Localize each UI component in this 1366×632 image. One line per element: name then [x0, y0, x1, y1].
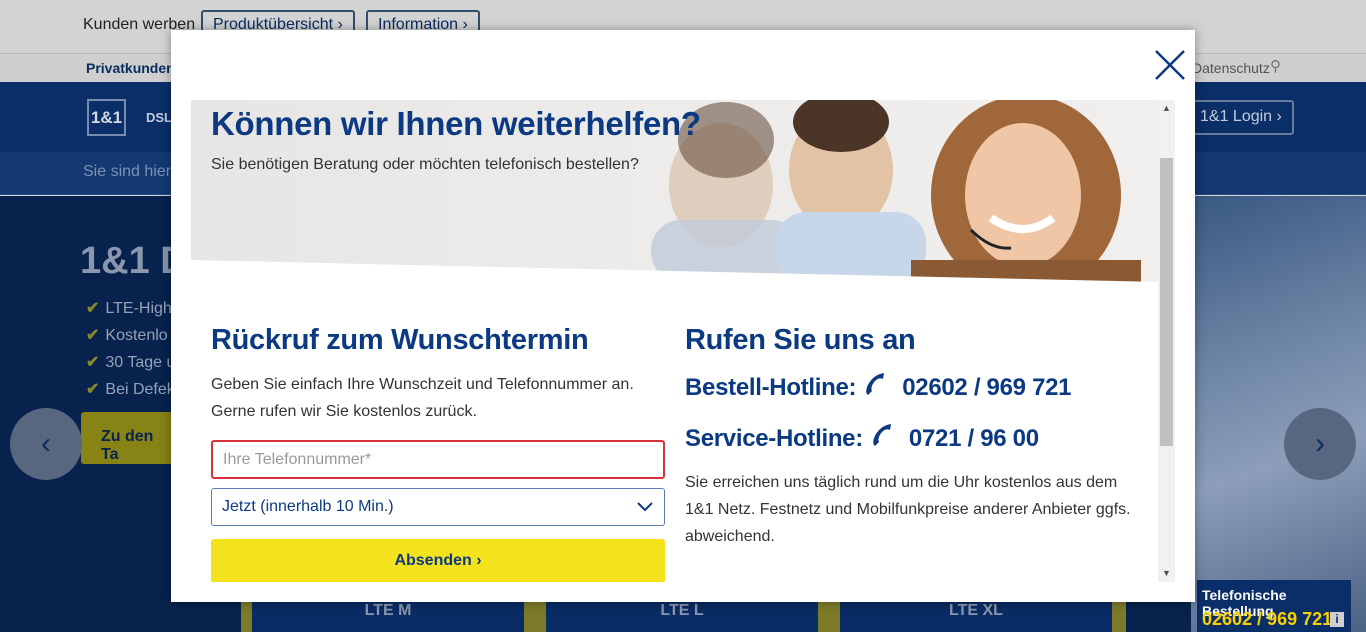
- call-us-section: Rufen Sie uns an Bestell-Hotline: 02602 …: [685, 324, 1135, 550]
- service-hotline: Service-Hotline: 0721 / 96 00: [685, 422, 1135, 455]
- order-hotline: Bestell-Hotline: 02602 / 969 721: [685, 371, 1135, 404]
- submit-label: Absenden: [394, 552, 472, 569]
- service-hotline-number[interactable]: 0721 / 96 00: [909, 425, 1039, 453]
- phone-icon: [862, 371, 890, 404]
- phone-icon: [869, 422, 897, 455]
- scroll-up-icon[interactable]: ▲: [1158, 100, 1175, 117]
- modal-title: Können wir Ihnen weiterhelfen?: [211, 105, 701, 142]
- close-icon: [1155, 50, 1185, 80]
- modal-content: Können wir Ihnen weiterhelfen? Sie benöt…: [191, 100, 1158, 582]
- chevron-down-icon: [637, 502, 653, 512]
- order-hotline-number[interactable]: 02602 / 969 721: [902, 374, 1071, 402]
- phone-number-input[interactable]: [211, 440, 665, 479]
- help-modal: Können wir Ihnen weiterhelfen? Sie benöt…: [171, 30, 1195, 602]
- callback-text-line1: Geben Sie einfach Ihre Wunschzeit und Te…: [211, 376, 634, 393]
- submit-button[interactable]: Absenden ›: [211, 539, 665, 582]
- callback-time-select[interactable]: Jetzt (innerhalb 10 Min.): [211, 488, 665, 526]
- callback-time-value: Jetzt (innerhalb 10 Min.): [222, 498, 394, 515]
- call-us-heading: Rufen Sie uns an: [685, 324, 916, 356]
- modal-subtitle: Sie benötigen Beratung oder möchten tele…: [211, 156, 639, 173]
- chevron-right-icon: ›: [476, 552, 482, 569]
- scrollbar-thumb[interactable]: [1160, 158, 1173, 446]
- order-hotline-label: Bestell-Hotline:: [685, 373, 857, 401]
- close-button[interactable]: [1153, 48, 1187, 82]
- callback-heading: Rückruf zum Wunschtermin: [211, 324, 589, 356]
- call-center-image: Können wir Ihnen weiterhelfen? Sie benöt…: [191, 100, 1158, 282]
- service-hotline-label: Service-Hotline:: [685, 424, 863, 452]
- scroll-down-icon[interactable]: ▼: [1158, 565, 1175, 582]
- call-us-note: Sie erreichen uns täglich rund um die Uh…: [685, 474, 1131, 545]
- callback-text-line2: Gerne rufen wir Sie kostenlos zurück.: [211, 403, 477, 420]
- callback-text: Geben Sie einfach Ihre Wunschzeit und Te…: [211, 371, 665, 425]
- modal-scrollbar[interactable]: ▲ ▼: [1158, 100, 1175, 582]
- callback-section: Rückruf zum Wunschtermin Geben Sie einfa…: [211, 324, 665, 582]
